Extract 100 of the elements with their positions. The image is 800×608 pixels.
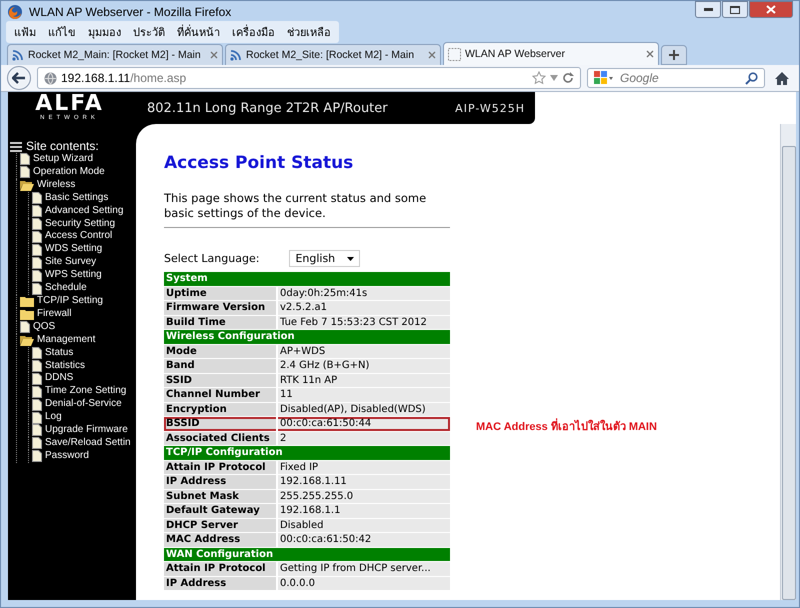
table-cell: Getting IP from DHCP server... [278,562,450,576]
browser-tab[interactable]: Rocket M2_Site: [Rocket M2] - Main [225,44,441,65]
table-cell: IP Address [164,475,278,488]
menu-item[interactable]: แก้ไข [42,21,82,43]
document-icon [32,230,42,243]
table-cell: 00:c0:ca:61:50:42 [278,533,450,546]
dropdown-arrow-icon[interactable] [550,75,558,81]
tree-item[interactable]: Denial-of-Service [32,398,136,412]
star-icon[interactable] [532,71,546,85]
table-cell: Mode [164,344,278,358]
menu-item[interactable]: ที่คั่นหน้า [171,21,226,43]
tree-item[interactable]: Upgrade Firmware [32,424,136,437]
maximize-button[interactable] [722,1,748,18]
tree-item[interactable]: Schedule [32,282,136,295]
globe-icon [44,72,57,84]
tree-item[interactable]: Log [32,411,136,424]
table-cell: Default Gateway [164,504,278,518]
table-cell: 0day:0h:25m:41s [278,286,450,300]
search-icon[interactable] [745,72,758,84]
banner-tagline: 802.11n Long Range 2T2R AP/Router [147,100,389,116]
page-title: Access Point Status [164,153,354,173]
document-icon [32,218,42,230]
table-cell: BSSID [164,417,278,430]
back-button[interactable] [7,66,31,90]
tree-item[interactable]: TCP/IP Setting [20,294,136,308]
table-cell: 192.168.1.1 [278,504,450,518]
tree-item[interactable]: Operation Mode [20,166,136,179]
tree-item[interactable]: Management [20,334,136,347]
menu-item[interactable]: เครื่องมือ [226,21,281,43]
close-icon[interactable] [428,51,436,59]
search-field[interactable]: Google [618,70,741,86]
minimize-button[interactable] [695,1,721,18]
tree-item[interactable]: Wireless [20,178,136,192]
document-icon [32,205,42,218]
table-cell: v2.5.2.a1 [278,301,450,314]
document-icon [32,256,42,269]
tree-item[interactable]: QOS [20,320,136,334]
browser-tab[interactable]: Rocket M2_Main: [Rocket M2] - Main [7,44,223,65]
back-arrow-icon [12,72,26,84]
model-name: AIP-W525H [455,102,525,114]
language-label: Select Language: [164,252,260,265]
scrollbar[interactable] [780,124,796,600]
tree-item[interactable]: Firewall [20,308,136,321]
close-icon [766,5,776,14]
tree-item[interactable]: Access Control [32,230,136,244]
page-description: This page shows the current status and some basic settings of the device. [164,191,428,221]
table-cell: Associated Clients [164,432,278,445]
menu-item[interactable]: ช่วยเหลือ [281,21,337,43]
document-icon [32,282,42,295]
table-cell: DHCP Server [164,518,278,532]
search-bar[interactable]: Google [587,68,765,88]
close-icon[interactable] [210,51,218,59]
tree-item[interactable]: WDS Setting [32,243,136,256]
close-icon[interactable] [646,50,654,58]
browser-logo-icon [7,4,23,20]
tree-item[interactable]: WPS Setting [32,269,136,282]
annotation-text: MAC Address ที่เอาไปใส่ในตัว MAIN [476,417,657,435]
tree-item[interactable]: Advanced Setting [32,204,136,218]
tree-item[interactable]: Statistics [32,360,136,372]
document-icon [32,244,42,256]
url-text: 192.168.1.11/home.asp [61,71,186,85]
address-bar[interactable]: 192.168.1.11/home.asp [37,67,581,89]
home-icon [774,70,790,86]
feed-icon [12,49,24,61]
table-cell: Tue Feb 7 15:53:23 CST 2012 [278,316,450,329]
table-cell: 255.255.255.0 [278,490,450,503]
browser-tab[interactable]: WLAN AP Webserver [443,42,659,65]
section-header: TCP/IP Configuration [164,446,450,460]
table-cell: Subnet Mask [164,490,278,503]
table-cell: Attain IP Protocol [164,460,278,474]
menu-item[interactable]: ประวัติ [127,21,171,43]
menu-item[interactable]: แฟ้ม [8,21,42,43]
tree-item[interactable]: Site Survey [32,256,136,270]
maximize-icon [730,6,740,14]
language-dropdown[interactable]: English [289,250,360,267]
table-cell: Band [164,359,278,372]
dropdown-arrow-icon [347,256,354,260]
document-icon [20,166,30,178]
new-tab-button[interactable] [661,45,687,65]
document-icon [32,372,42,385]
menu-item[interactable]: มุมมอง [82,21,127,43]
tree-item[interactable]: Password [32,450,136,463]
tree-item[interactable]: DDNS [32,372,136,386]
tree-item[interactable]: Save/Reload Settin [32,436,136,450]
table-cell: Encryption [164,402,278,416]
search-engine-icon [594,71,614,85]
tree-title: Site contents: [26,140,99,153]
document-icon [20,321,30,334]
tree-item[interactable]: Status [32,346,136,360]
tree-item[interactable]: Time Zone Setting [32,385,136,398]
plus-icon [669,50,679,60]
tree-item[interactable]: Setup Wizard [20,153,136,166]
close-button[interactable] [749,1,793,18]
reload-icon[interactable] [562,72,574,84]
table-cell: IP Address [164,576,278,590]
tree-item[interactable]: Basic Settings [32,192,136,205]
tree-item[interactable]: Security Setting [32,218,136,230]
minimize-icon [704,8,712,11]
table-cell: Fixed IP [278,460,450,474]
scroll-thumb[interactable] [782,146,796,600]
